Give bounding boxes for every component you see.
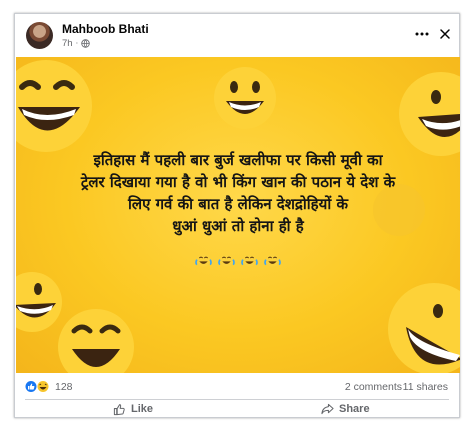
like-button[interactable]: Like [113, 402, 153, 416]
laugh-emoji-row [16, 253, 460, 272]
laughing-emoji-decor-top-center [214, 67, 276, 129]
post-header: Mahboob Bhati 7h · [15, 14, 459, 58]
meme-caption: इतिहास मैं पहली बार बुर्ज खलीफा पर किसी … [80, 151, 396, 235]
post-card: Mahboob Bhati 7h · इतिहास मैं पहली बार ब… [14, 13, 460, 418]
tears-of-joy-icon [195, 254, 212, 267]
globe-icon [81, 39, 90, 48]
comments-count[interactable]: 2 comments [345, 381, 402, 393]
thumbs-up-icon [113, 403, 125, 415]
reaction-icons[interactable] [24, 380, 50, 393]
share-label: Share [339, 403, 370, 415]
share-arrow-icon [321, 403, 334, 415]
laughing-emoji-decor-bottom-right [388, 283, 460, 373]
haha-reaction-icon [36, 380, 50, 393]
close-icon[interactable] [439, 28, 451, 40]
tears-of-joy-icon [218, 254, 235, 267]
shares-count[interactable]: 11 shares [403, 381, 448, 393]
actions-bar: Like Share [15, 400, 459, 418]
author-name[interactable]: Mahboob Bhati [62, 22, 149, 36]
more-horizontal-icon[interactable] [415, 32, 429, 36]
tears-of-joy-icon [264, 254, 281, 267]
laughing-emoji-decor-top-left [16, 60, 92, 152]
share-button[interactable]: Share [321, 402, 370, 416]
reactions-bar: 128 2 comments 11 shares [15, 373, 459, 399]
reaction-count[interactable]: 128 [55, 381, 73, 393]
like-label: Like [131, 403, 154, 415]
meta-separator: · [75, 39, 79, 48]
like-reaction-icon [24, 380, 38, 393]
laughing-emoji-decor-bottom-center-left [58, 309, 134, 373]
post-time[interactable]: 7h [62, 38, 73, 49]
tears-of-joy-icon [241, 254, 258, 267]
laughing-emoji-decor-top-right [399, 72, 460, 156]
meme-image[interactable]: इतिहास मैं पहली बार बुर्ज खलीफा पर किसी … [16, 57, 460, 373]
avatar[interactable] [26, 22, 53, 49]
post-meta: 7h · [62, 38, 90, 49]
